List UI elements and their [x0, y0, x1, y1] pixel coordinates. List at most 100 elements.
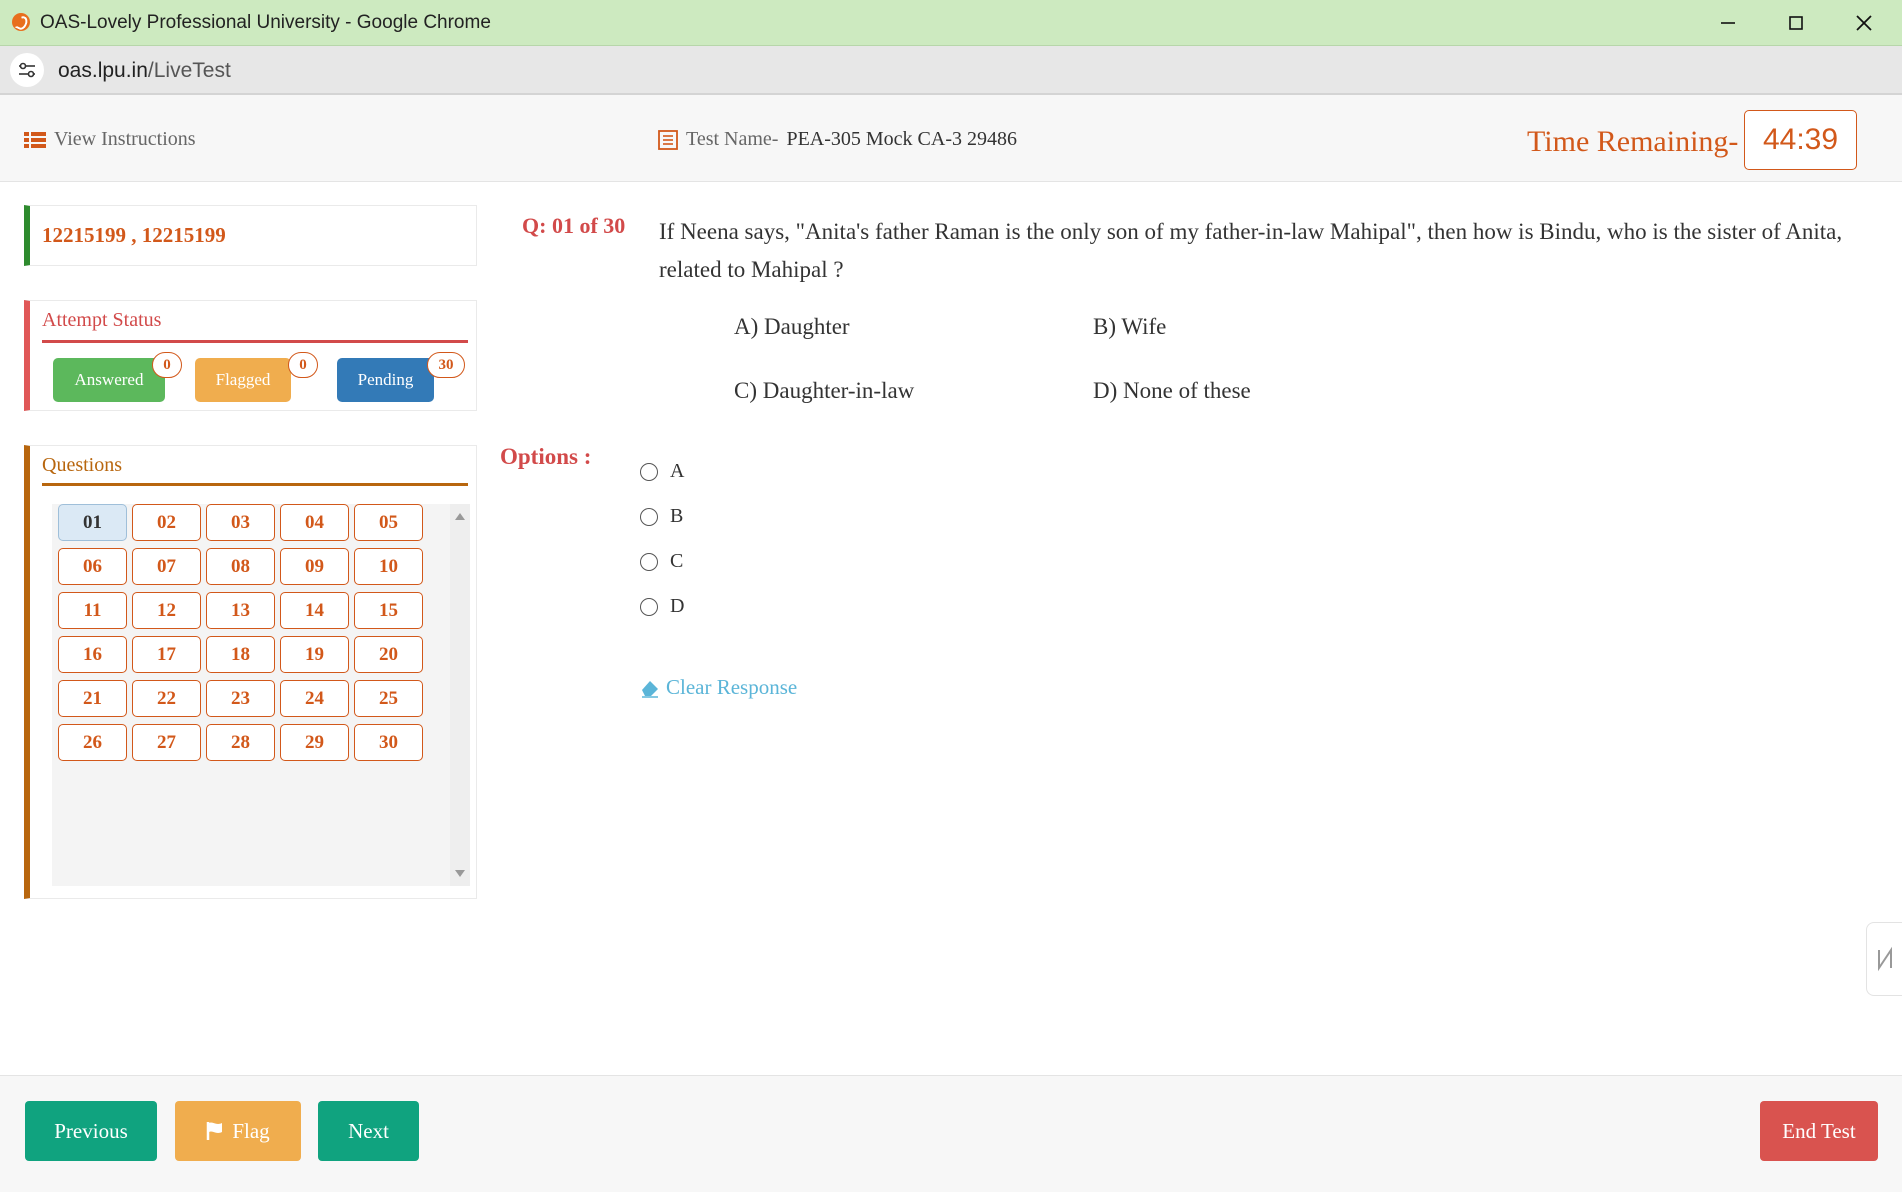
- student-id: 12215199 , 12215199: [42, 223, 226, 247]
- question-grid-scroll: 01 02 03 04 05 06 07 08 09 10 11 12 13 14 15 16 17 18 19 20…: [52, 504, 470, 886]
- questions-panel: Questions 01 02 03 04 05 06 07 08 09 10 11 12 13 14 15…: [24, 445, 477, 899]
- question-button-03[interactable]: 03: [206, 504, 275, 541]
- browser-title-bar: OAS-Lovely Professional University - Goo…: [0, 0, 1902, 46]
- question-button-02[interactable]: 02: [132, 504, 201, 541]
- attempt-status-panel: Attempt Status Answered 0 Flagged 0 Pend…: [24, 300, 477, 411]
- option-label: D: [670, 595, 685, 617]
- answered-label: Answered: [74, 370, 144, 389]
- flagged-status[interactable]: Flagged: [195, 358, 291, 402]
- question-button-04[interactable]: 04: [280, 504, 349, 541]
- question-button-21[interactable]: 21: [58, 680, 127, 717]
- minimize-icon: [1721, 21, 1735, 24]
- close-window-button[interactable]: [1830, 0, 1898, 45]
- next-button[interactable]: Next: [318, 1101, 419, 1161]
- question-button-26[interactable]: 26: [58, 724, 127, 761]
- question-button-24[interactable]: 24: [280, 680, 349, 717]
- maximize-icon: [1789, 15, 1803, 30]
- question-button-16[interactable]: 16: [58, 636, 127, 673]
- pending-count-badge: 30: [427, 352, 465, 378]
- view-instructions-label: View Instructions: [54, 128, 196, 150]
- url-text[interactable]: oas.lpu.in/LiveTest: [58, 59, 231, 83]
- question-button-29[interactable]: 29: [280, 724, 349, 761]
- question-button-22[interactable]: 22: [132, 680, 201, 717]
- question-button-18[interactable]: 18: [206, 636, 275, 673]
- question-button-14[interactable]: 14: [280, 592, 349, 629]
- previous-label: Previous: [54, 1118, 128, 1143]
- questions-title: Questions: [42, 454, 122, 476]
- option-d-radio[interactable]: D: [640, 595, 684, 618]
- question-number: Q: 01 of 30: [522, 213, 626, 238]
- next-label: Next: [348, 1118, 389, 1143]
- flagged-label: Flagged: [215, 370, 271, 389]
- question-button-10[interactable]: 10: [354, 548, 423, 585]
- question-button-17[interactable]: 17: [132, 636, 201, 673]
- choice-a: A) Daughter: [734, 314, 850, 339]
- option-a-radio[interactable]: A: [640, 460, 684, 483]
- option-label: C: [670, 550, 684, 572]
- clear-response-label: Clear Response: [666, 675, 798, 699]
- site-info-button[interactable]: [10, 53, 44, 87]
- question-button-12[interactable]: 12: [132, 592, 201, 629]
- option-c-radio[interactable]: C: [640, 550, 683, 573]
- flag-button[interactable]: Flag: [175, 1101, 301, 1161]
- close-icon: [1856, 14, 1872, 31]
- end-test-label: End Test: [1782, 1118, 1856, 1143]
- question-button-23[interactable]: 23: [206, 680, 275, 717]
- scrollbar[interactable]: [450, 504, 470, 886]
- time-remaining-label: Time Remaining-: [1527, 125, 1739, 158]
- question-button-15[interactable]: 15: [354, 592, 423, 629]
- flagged-count-badge: 0: [288, 352, 318, 378]
- option-b-radio[interactable]: B: [640, 505, 683, 528]
- view-instructions-link[interactable]: View Instructions: [24, 128, 196, 151]
- choice-b: B) Wife: [1093, 314, 1167, 339]
- minimize-button[interactable]: [1694, 0, 1762, 45]
- question-text: If Neena says, "Anita's father Raman is …: [659, 219, 1843, 282]
- test-name: Test Name- PEA-305 Mock CA-3 29486: [658, 128, 1017, 151]
- question-button-20[interactable]: 20: [354, 636, 423, 673]
- address-bar: oas.lpu.in/LiveTest: [0, 46, 1902, 95]
- eraser-icon: [642, 680, 658, 698]
- radio-circle[interactable]: [640, 462, 658, 481]
- answered-count-badge: 0: [152, 352, 182, 378]
- scroll-up-icon[interactable]: [455, 513, 465, 520]
- expand-icon: [1878, 946, 1892, 972]
- question-button-30[interactable]: 30: [354, 724, 423, 761]
- question-grid: 01 02 03 04 05 06 07 08 09 10 11 12 13 14 15 16 17 18 19 20…: [58, 504, 438, 761]
- lpu-favicon-icon: [12, 13, 30, 31]
- question-button-28[interactable]: 28: [206, 724, 275, 761]
- question-button-07[interactable]: 07: [132, 548, 201, 585]
- question-button-27[interactable]: 27: [132, 724, 201, 761]
- choice-c: C) Daughter-in-law: [734, 378, 915, 403]
- previous-button[interactable]: Previous: [25, 1101, 157, 1161]
- footer-bar: Previous Flag Next End Test: [0, 1075, 1902, 1192]
- student-id-panel: 12215199 , 12215199: [24, 205, 477, 266]
- question-button-05[interactable]: 05: [354, 504, 423, 541]
- test-header: View Instructions Test Name- PEA-305 Moc…: [0, 95, 1902, 182]
- end-test-button[interactable]: End Test: [1760, 1101, 1878, 1161]
- pending-label: Pending: [357, 370, 414, 389]
- radio-circle[interactable]: [640, 507, 658, 526]
- question-button-06[interactable]: 06: [58, 548, 127, 585]
- radio-circle[interactable]: [640, 552, 658, 571]
- side-toggle-tab[interactable]: [1866, 922, 1902, 996]
- maximize-button[interactable]: [1762, 0, 1830, 45]
- question-button-11[interactable]: 11: [58, 592, 127, 629]
- question-button-25[interactable]: 25: [354, 680, 423, 717]
- clear-response-link[interactable]: Clear Response: [640, 675, 797, 700]
- question-button-09[interactable]: 09: [280, 548, 349, 585]
- pending-status[interactable]: Pending: [337, 358, 434, 402]
- question-button-19[interactable]: 19: [280, 636, 349, 673]
- answered-status[interactable]: Answered: [53, 358, 165, 402]
- test-name-label: Test Name-: [686, 128, 779, 150]
- divider: [42, 483, 468, 486]
- question-button-01[interactable]: 01: [58, 504, 127, 541]
- question-button-08[interactable]: 08: [206, 548, 275, 585]
- test-name-value: PEA-305 Mock CA-3 29486: [786, 128, 1017, 150]
- document-icon: [658, 129, 678, 150]
- scroll-down-icon[interactable]: [455, 870, 465, 877]
- radio-circle[interactable]: [640, 597, 658, 616]
- timer: 44:39: [1744, 110, 1857, 170]
- question-button-13[interactable]: 13: [206, 592, 275, 629]
- url-domain: oas.lpu.in: [58, 59, 148, 82]
- list-icon: [24, 131, 46, 148]
